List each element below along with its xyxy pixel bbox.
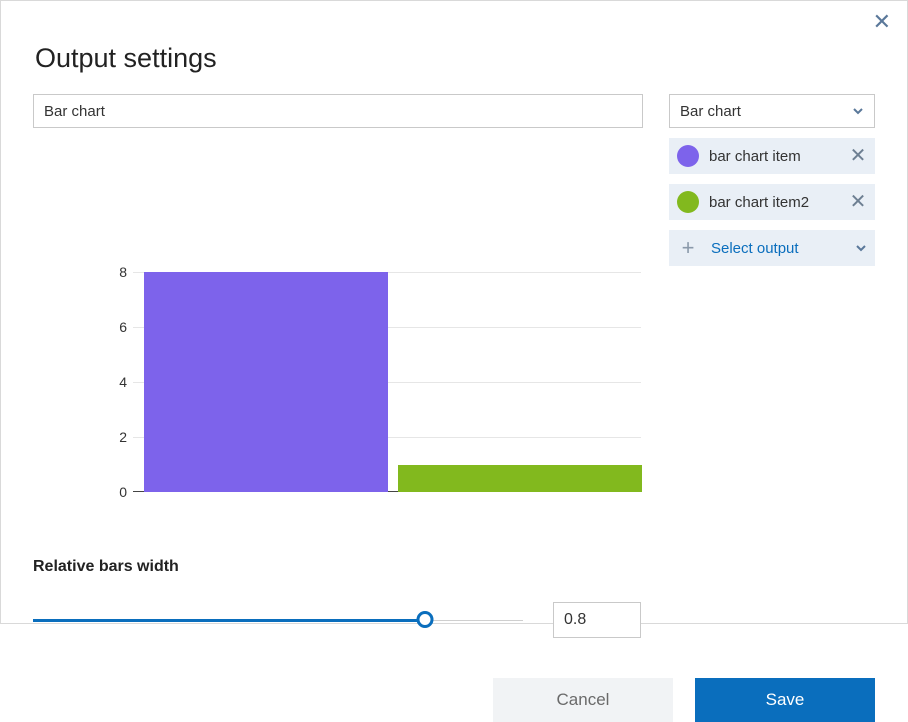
chart-type-value: Bar chart xyxy=(680,103,741,120)
series-chip[interactable]: bar chart item ✕ xyxy=(669,138,875,174)
chevron-down-icon xyxy=(852,105,864,117)
y-tick-label: 0 xyxy=(103,484,127,500)
bars-width-label: Relative bars width xyxy=(33,558,875,576)
bars-width-input[interactable] xyxy=(553,602,641,638)
remove-series-icon[interactable]: ✕ xyxy=(849,192,867,212)
chart-preview: 02468 xyxy=(33,272,641,502)
series-label: bar chart item xyxy=(709,148,839,165)
y-tick-label: 2 xyxy=(103,429,127,445)
bar xyxy=(144,272,388,492)
chart-type-select[interactable]: Bar chart xyxy=(669,94,875,128)
series-color-swatch xyxy=(677,145,699,167)
bar xyxy=(398,465,642,493)
output-settings-dialog: ✕ Output settings Bar chart bar chart it… xyxy=(0,0,908,624)
dialog-title: Output settings xyxy=(35,43,875,74)
plus-icon: + xyxy=(677,237,699,259)
bars-width-slider[interactable] xyxy=(33,610,523,630)
y-tick-label: 6 xyxy=(103,319,127,335)
series-chip[interactable]: bar chart item2 ✕ xyxy=(669,184,875,220)
remove-series-icon[interactable]: ✕ xyxy=(849,146,867,166)
series-sidebar: Bar chart bar chart item ✕ bar chart ite… xyxy=(669,94,875,266)
chart-name-input[interactable] xyxy=(33,94,643,128)
slider-thumb[interactable] xyxy=(417,611,434,628)
cancel-button[interactable]: Cancel xyxy=(493,678,673,722)
chevron-down-icon xyxy=(855,242,867,254)
y-tick-label: 8 xyxy=(103,264,127,280)
add-output-button[interactable]: + Select output xyxy=(669,230,875,266)
series-label: bar chart item2 xyxy=(709,194,839,211)
add-output-label: Select output xyxy=(711,240,843,257)
close-icon[interactable]: ✕ xyxy=(873,11,891,33)
save-button[interactable]: Save xyxy=(695,678,875,722)
y-tick-label: 4 xyxy=(103,374,127,390)
series-color-swatch xyxy=(677,191,699,213)
